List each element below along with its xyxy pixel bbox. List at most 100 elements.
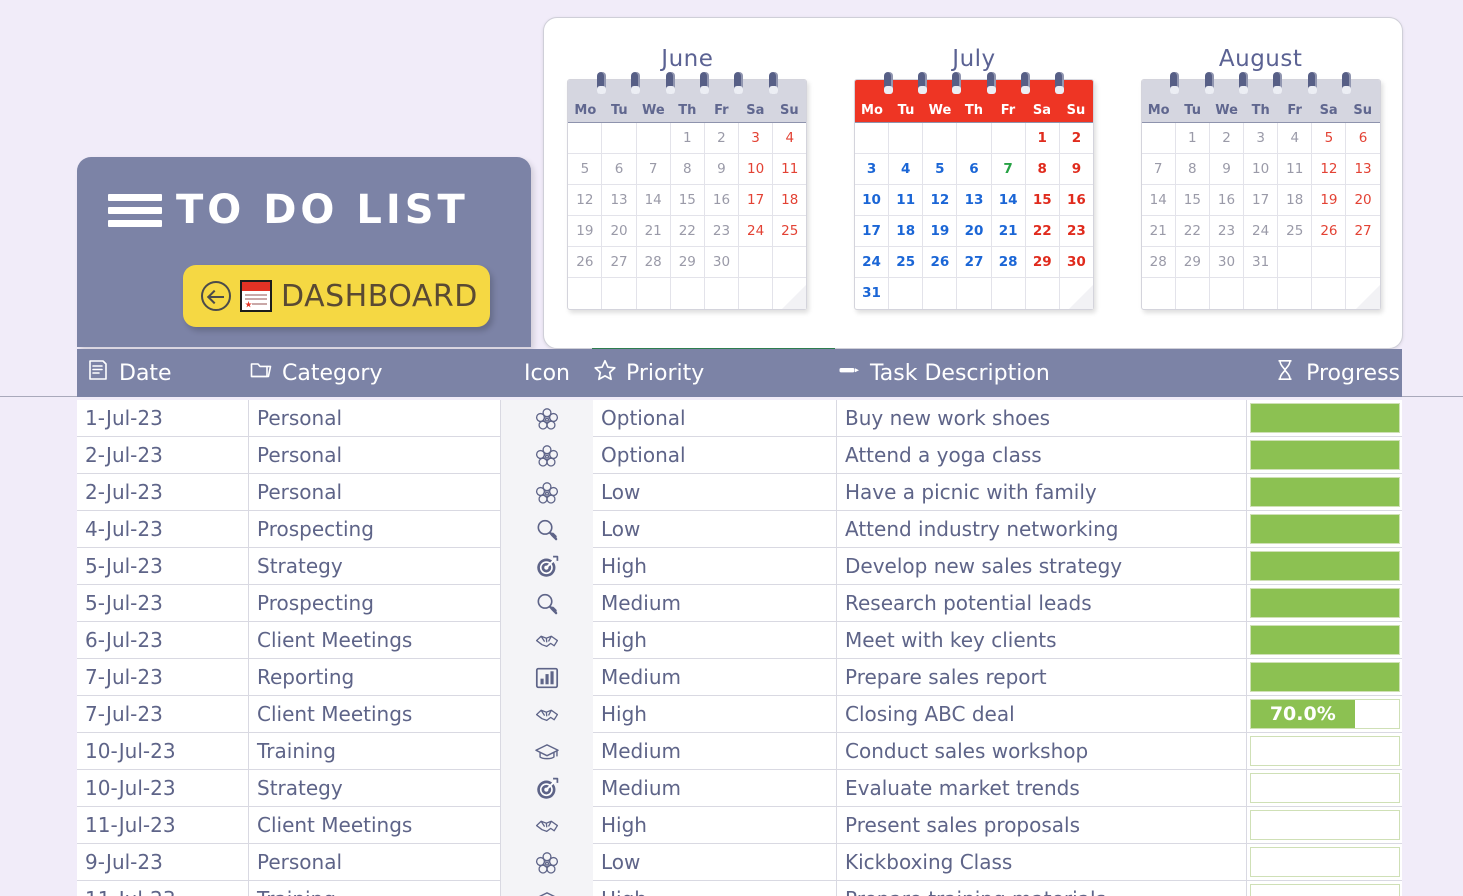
cell-progress[interactable]: 70.0%	[1247, 696, 1402, 733]
calendar-day[interactable]: 26	[568, 247, 603, 278]
table-row[interactable]: 11-Jul-23Training HighPrepare training m…	[77, 881, 1402, 896]
calendar-day[interactable]: 21	[1141, 216, 1176, 247]
calendar-day[interactable]: 23	[704, 216, 740, 247]
cell-date[interactable]: 11-Jul-23	[77, 881, 249, 896]
cell-progress[interactable]	[1247, 437, 1402, 474]
cell-date[interactable]: 1-Jul-23	[77, 400, 249, 437]
cell-category[interactable]: Prospecting	[249, 585, 501, 622]
calendar-day[interactable]: 2	[1059, 123, 1093, 154]
cell-date[interactable]: 6-Jul-23	[77, 622, 249, 659]
cell-priority[interactable]: Medium	[593, 585, 837, 622]
calendar-day[interactable]: 29	[1025, 247, 1060, 278]
calendar-day[interactable]: 26	[923, 247, 958, 278]
table-row[interactable]: 5-Jul-23 Strategy High Develop new sales s…	[77, 548, 1402, 585]
cell-progress[interactable]	[1247, 807, 1402, 844]
calendar-day[interactable]: 19	[1312, 185, 1347, 216]
calendar-day[interactable]: 4	[1278, 123, 1313, 154]
calendar-day[interactable]: 3	[1244, 123, 1279, 154]
calendar-day[interactable]: 14	[991, 185, 1026, 216]
cell-priority[interactable]: High	[593, 881, 837, 896]
calendar-day[interactable]: 3	[854, 154, 890, 185]
calendar-day[interactable]: 5	[568, 154, 603, 185]
calendar-day[interactable]: 8	[1175, 154, 1210, 185]
calendar-day[interactable]: 20	[957, 216, 992, 247]
calendar-day[interactable]: 30	[1209, 247, 1245, 278]
table-row[interactable]: 2-Jul-23 Personal Optional Attend a yoga c…	[77, 437, 1402, 474]
cell-priority[interactable]: Low	[593, 474, 837, 511]
cell-date[interactable]: 2-Jul-23	[77, 437, 249, 474]
table-row[interactable]: 7-Jul-23 Client Meetings High Closing ABC …	[77, 696, 1402, 733]
cell-category[interactable]: Training	[249, 733, 501, 770]
calendar-day[interactable]: 29	[1175, 247, 1210, 278]
calendar-day[interactable]: 28	[1141, 247, 1176, 278]
calendar-day[interactable]: 19	[923, 216, 958, 247]
calendar-day[interactable]: 30	[704, 247, 740, 278]
table-row[interactable]: 7-Jul-23 Reporting Medium Prepare sales re…	[77, 659, 1402, 696]
calendar-day[interactable]: 25	[1278, 216, 1313, 247]
table-row[interactable]: 4-Jul-23 Prospecting Low Attend industry n…	[77, 511, 1402, 548]
table-row[interactable]: 10-Jul-23 Strategy Medium Evaluate market …	[77, 770, 1402, 807]
cell-progress[interactable]	[1247, 622, 1402, 659]
cell-progress[interactable]	[1247, 881, 1402, 896]
calendar-day[interactable]: 22	[1025, 216, 1060, 247]
calendar-day[interactable]: 23	[1059, 216, 1093, 247]
calendar-day[interactable]: 17	[1244, 185, 1279, 216]
cell-category[interactable]: Client Meetings	[249, 622, 501, 659]
cell-progress[interactable]	[1247, 511, 1402, 548]
calendar-day[interactable]: 19	[568, 216, 603, 247]
calendar-day[interactable]: 17	[739, 185, 774, 216]
calendar-day[interactable]: 10	[1244, 154, 1279, 185]
cell-priority[interactable]: High	[593, 622, 837, 659]
calendar-day[interactable]: 16	[1209, 185, 1245, 216]
cell-task[interactable]: Prepare sales report	[837, 659, 1247, 696]
cell-category[interactable]: Personal	[249, 400, 501, 437]
calendar-day[interactable]: 21	[636, 216, 671, 247]
calendar-day[interactable]: 14	[636, 185, 671, 216]
calendar-day[interactable]: 1	[1025, 123, 1060, 154]
calendar-day[interactable]: 6	[1346, 123, 1380, 154]
calendar-day[interactable]: 22	[1175, 216, 1210, 247]
cell-progress[interactable]	[1247, 770, 1402, 807]
calendar-day[interactable]: 2	[1209, 123, 1245, 154]
table-row[interactable]: 9-Jul-23 Personal Low Kickboxing Class	[77, 844, 1402, 881]
table-row[interactable]: 10-Jul-23 Training Medium Conduct sales wo…	[77, 733, 1402, 770]
cell-progress[interactable]	[1247, 659, 1402, 696]
calendar-day[interactable]: 1	[670, 123, 705, 154]
cell-priority[interactable]: Optional	[593, 437, 837, 474]
cell-category[interactable]: Personal	[249, 844, 501, 881]
calendar-day[interactable]: 24	[1244, 216, 1279, 247]
cell-date[interactable]: 7-Jul-23	[77, 696, 249, 733]
calendar-day[interactable]: 29	[670, 247, 705, 278]
calendar-day[interactable]: 8	[1025, 154, 1060, 185]
calendar-day[interactable]: 25	[773, 216, 807, 247]
calendar-day[interactable]: 18	[773, 185, 807, 216]
calendar-day[interactable]: 7	[991, 154, 1026, 185]
calendar-day[interactable]: 12	[568, 185, 603, 216]
cell-task[interactable]: Prepare training materials	[837, 881, 1247, 896]
cell-task[interactable]: Closing ABC deal	[837, 696, 1247, 733]
calendar-day[interactable]: 2	[704, 123, 740, 154]
cell-date[interactable]: 10-Jul-23	[77, 770, 249, 807]
calendar-day[interactable]: 15	[670, 185, 705, 216]
cell-task[interactable]: Research potential leads	[837, 585, 1247, 622]
calendar-day[interactable]: 20	[1346, 185, 1380, 216]
calendar-day[interactable]: 20	[602, 216, 637, 247]
cell-date[interactable]: 9-Jul-23	[77, 844, 249, 881]
column-header-icon[interactable]: Icon	[501, 361, 593, 386]
calendar-day[interactable]: 1	[1175, 123, 1210, 154]
calendar-day[interactable]: 28	[991, 247, 1026, 278]
calendar-day[interactable]: 22	[670, 216, 705, 247]
cell-category[interactable]: Reporting	[249, 659, 501, 696]
calendar-day[interactable]: 7	[1141, 154, 1176, 185]
calendar-day[interactable]: 27	[957, 247, 992, 278]
cell-category[interactable]: Prospecting	[249, 511, 501, 548]
cell-task[interactable]: Buy new work shoes	[837, 400, 1247, 437]
cell-progress[interactable]	[1247, 585, 1402, 622]
table-row[interactable]: 2-Jul-23 Personal Low Have a picnic with f…	[77, 474, 1402, 511]
cell-priority[interactable]: Low	[593, 844, 837, 881]
cell-category[interactable]: Training	[249, 881, 501, 896]
cell-priority[interactable]: High	[593, 548, 837, 585]
calendar-day[interactable]: 25	[889, 247, 924, 278]
calendar-day[interactable]: 30	[1059, 247, 1093, 278]
calendar-day[interactable]: 18	[1278, 185, 1313, 216]
